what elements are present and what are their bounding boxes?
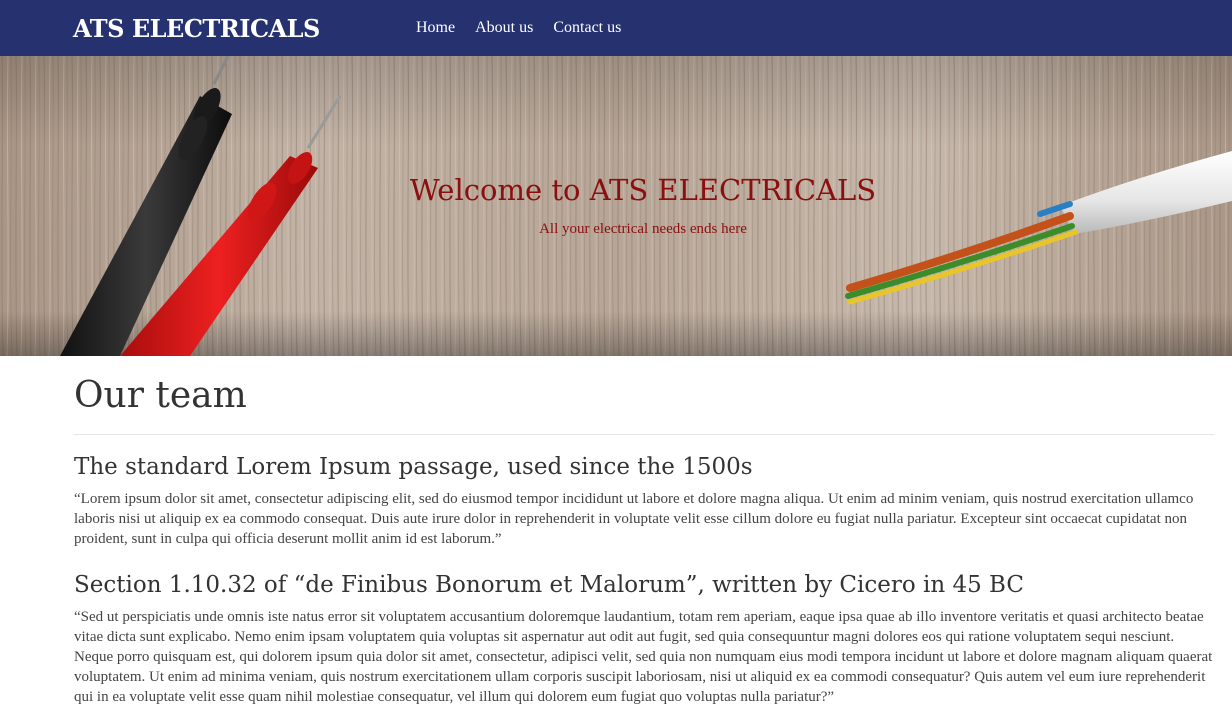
hero-banner: Welcome to ATS ELECTRICALS All your elec… [0,56,1232,356]
section-paragraph: “Sed ut perspiciatis unde omnis iste nat… [74,609,1213,705]
section-paragraph: “Lorem ipsum dolor sit amet, consectetur… [74,491,1194,547]
nav-link-about-us[interactable]: About us [475,19,533,37]
section-heading: The standard Lorem Ipsum passage, used s… [74,454,753,480]
nav-links: Home About us Contact us [416,19,621,37]
section-heading: Section 1.10.32 of “de Finibus Bonorum e… [74,572,1024,598]
main-content: Our team The standard Lorem Ipsum passag… [74,370,1214,727]
nav-link-contact-us[interactable]: Contact us [553,19,621,37]
brand-logo-link[interactable]: ATS ELECTRICALS [73,14,320,43]
nav-link-home[interactable]: Home [416,19,455,37]
title-divider [74,434,1214,435]
page-title: Our team [74,375,247,416]
hero-title: Welcome to ATS ELECTRICALS [409,173,877,207]
hero-subtitle: All your electrical needs ends here [539,221,747,237]
top-navbar: ATS ELECTRICALS Home About us Contact us [0,0,1232,56]
